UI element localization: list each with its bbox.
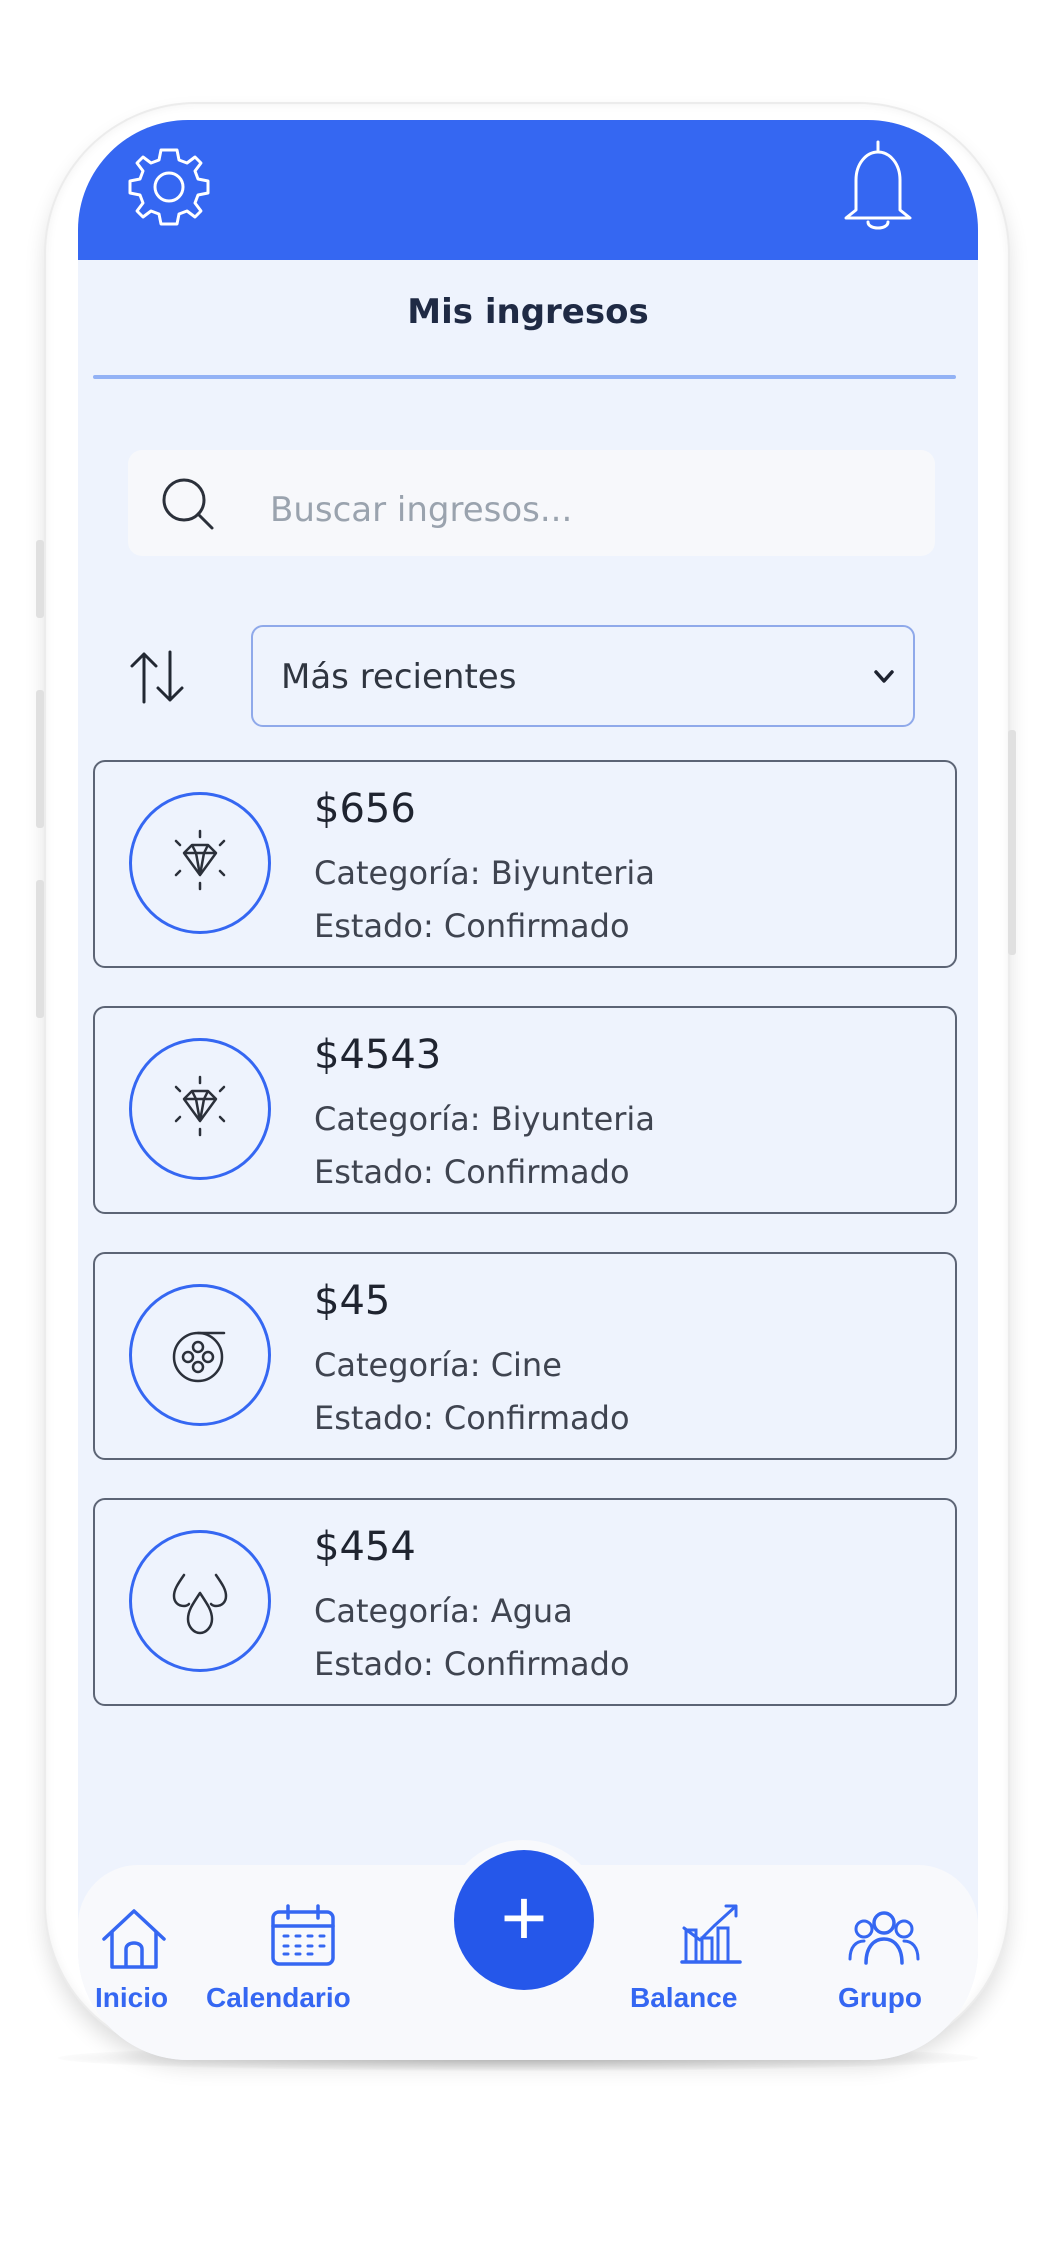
income-amount: $4543 xyxy=(314,1032,442,1078)
income-card[interactable]: $4543 Categoría: Biyunteria Estado: Conf… xyxy=(93,1006,957,1214)
income-amount: $45 xyxy=(314,1278,391,1324)
phone-side-button xyxy=(36,690,44,828)
income-card[interactable]: $454 Categoría: Agua Estado: Confirmado xyxy=(93,1498,957,1706)
phone-side-button xyxy=(36,880,44,1018)
app-screen: Mis ingresos Buscar ingresos... Más reci… xyxy=(78,120,978,2060)
income-amount: $454 xyxy=(314,1524,416,1570)
page-title: Mis ingresos xyxy=(407,292,649,332)
nav-item-inicio[interactable]: Inicio xyxy=(95,1982,168,2014)
income-card[interactable]: $656 Categoría: Biyunteria Estado: Confi… xyxy=(93,760,957,968)
search-icon xyxy=(162,478,214,530)
diamond-icon xyxy=(174,1075,226,1137)
group-icon[interactable] xyxy=(848,1905,920,1969)
income-status: Estado: Confirmado xyxy=(314,1645,630,1683)
film-reel-icon xyxy=(172,1331,226,1383)
category-icon-circle xyxy=(129,792,271,934)
income-category: Categoría: Biyunteria xyxy=(314,854,655,892)
sort-select-value: Más recientes xyxy=(281,657,517,697)
gear-icon[interactable] xyxy=(126,144,212,230)
bell-icon[interactable] xyxy=(838,138,918,238)
chart-icon[interactable] xyxy=(678,1900,744,1970)
plus-icon: + xyxy=(500,1873,548,1962)
calendar-icon[interactable] xyxy=(268,1902,338,1970)
add-income-button[interactable]: + xyxy=(454,1850,594,1990)
income-amount: $656 xyxy=(314,786,416,832)
water-drops-icon xyxy=(172,1573,228,1635)
phone-side-button xyxy=(36,540,44,618)
income-card[interactable]: $45 Categoría: Cine Estado: Confirmado xyxy=(93,1252,957,1460)
top-bar xyxy=(78,120,978,260)
category-icon-circle xyxy=(129,1530,271,1672)
chevron-down-icon xyxy=(874,670,894,683)
income-status: Estado: Confirmado xyxy=(314,1153,630,1191)
income-category: Categoría: Cine xyxy=(314,1346,562,1384)
category-icon-circle xyxy=(129,1284,271,1426)
income-status: Estado: Confirmado xyxy=(314,1399,630,1437)
nav-item-grupo[interactable]: Grupo xyxy=(838,1982,922,2014)
income-status: Estado: Confirmado xyxy=(314,907,630,945)
home-icon[interactable] xyxy=(98,1905,170,1973)
title-divider xyxy=(93,375,956,379)
nav-item-balance[interactable]: Balance xyxy=(630,1982,737,2014)
sort-arrows-icon[interactable] xyxy=(126,648,190,706)
nav-item-calendario[interactable]: Calendario xyxy=(206,1982,351,2014)
sort-select[interactable]: Más recientes xyxy=(251,625,915,727)
search-input[interactable]: Buscar ingresos... xyxy=(270,490,572,530)
phone-side-button xyxy=(1008,730,1016,955)
income-category: Categoría: Agua xyxy=(314,1592,573,1630)
diamond-icon xyxy=(174,829,226,891)
income-category: Categoría: Biyunteria xyxy=(314,1100,655,1138)
category-icon-circle xyxy=(129,1038,271,1180)
